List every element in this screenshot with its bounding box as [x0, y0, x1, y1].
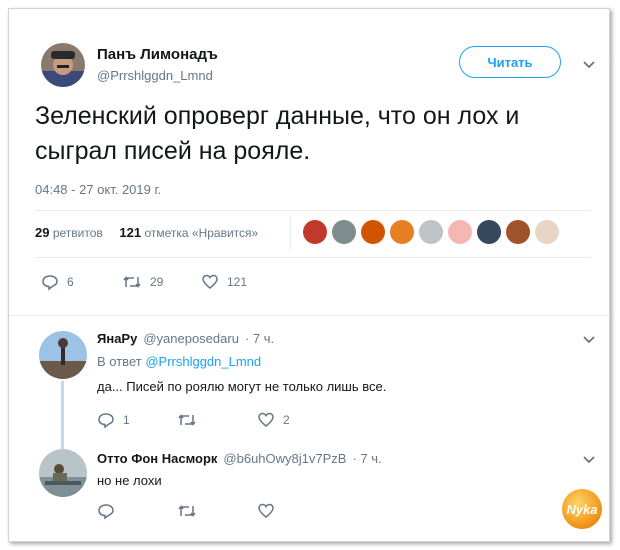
reply-action[interactable]: 1 [97, 411, 130, 429]
author-name[interactable]: Панъ Лимонадъ [97, 46, 218, 63]
divider [9, 315, 609, 316]
like-count: 121 [227, 275, 248, 289]
chevron-down-icon[interactable] [581, 56, 597, 77]
tweet-thread-screenshot: Панъ Лимонадъ @Prrshlggdn_Lmnd Читать Зе… [8, 8, 610, 542]
tweet-text: Зеленский опроверг данные, что он лох и … [35, 102, 520, 165]
reply-author-name[interactable]: Отто Фон Насморк [97, 451, 217, 466]
reply-author-handle[interactable]: @yaneposedaru [143, 331, 239, 346]
liker-avatar[interactable] [477, 220, 501, 244]
liker-avatar[interactable] [535, 220, 559, 244]
liker-avatar[interactable] [332, 220, 356, 244]
reply-text: но не лохи [97, 473, 162, 488]
follow-button[interactable]: Читать [459, 46, 561, 78]
retweet-action[interactable] [177, 502, 205, 520]
retweets-count[interactable]: 29 [35, 225, 49, 240]
retweet-icon [178, 414, 196, 426]
author-handle[interactable]: @Prrshlggdn_Lmnd [97, 68, 213, 83]
reply-icon [98, 504, 114, 520]
reply-action[interactable]: 6 [41, 273, 74, 291]
liker-avatar[interactable] [419, 220, 443, 244]
reply-text: да... Писей по роялю могут не только лиш… [97, 379, 387, 394]
like-action[interactable]: 121 [201, 273, 247, 291]
reply-icon [98, 413, 114, 429]
likes-count[interactable]: 121 [119, 225, 141, 240]
like-action[interactable] [257, 502, 283, 520]
divider [35, 257, 591, 258]
thread-connector [61, 381, 64, 449]
reply-time[interactable]: · 7 ч. [352, 451, 381, 466]
divider [35, 210, 591, 211]
in-reply-handle[interactable]: @Prrshlggdn_Lmnd [145, 354, 261, 369]
tweet-stats: 29 ретвитов 121 отметка «Нравится» [35, 225, 258, 240]
reply-avatar[interactable] [39, 449, 87, 497]
reply-action[interactable] [97, 502, 123, 520]
reply-time[interactable]: · 7 ч. [245, 331, 274, 346]
reply-icon [42, 275, 58, 291]
author-avatar[interactable] [41, 43, 85, 87]
retweet-icon [178, 505, 196, 517]
retweets-label[interactable]: ретвитов [53, 226, 103, 240]
tweet-timestamp[interactable]: 04:48 - 27 окт. 2019 г. [35, 182, 161, 197]
like-action[interactable]: 2 [257, 411, 290, 429]
in-reply-to: В ответ @Prrshlggdn_Lmnd [97, 354, 261, 369]
in-reply-prefix: В ответ [97, 354, 142, 369]
reply-header: ЯнаРу @yaneposedaru · 7 ч. [97, 331, 274, 346]
liker-avatar[interactable] [390, 220, 414, 244]
watermark-logo: Nyka [562, 489, 602, 529]
liker-avatar[interactable] [361, 220, 385, 244]
retweet-count: 29 [150, 275, 164, 289]
reply-header: Отто Фон Насморк @b6uhOwy8j1v7PzB · 7 ч. [97, 451, 382, 466]
heart-icon [258, 503, 274, 518]
reply-avatar[interactable] [39, 331, 87, 379]
heart-icon [202, 274, 218, 289]
liker-avatars [303, 220, 559, 244]
retweet-action[interactable] [177, 411, 205, 429]
likes-label[interactable]: отметка «Нравится» [144, 226, 258, 240]
reply-count: 1 [123, 413, 130, 427]
chevron-down-icon[interactable] [581, 331, 597, 352]
stats-separator [290, 215, 291, 251]
reply-author-handle[interactable]: @b6uhOwy8j1v7PzB [223, 451, 346, 466]
retweet-icon [123, 276, 141, 288]
heart-icon [258, 412, 274, 427]
like-count: 2 [283, 413, 290, 427]
liker-avatar[interactable] [303, 220, 327, 244]
retweet-action[interactable]: 29 [122, 273, 163, 291]
reply-author-name[interactable]: ЯнаРу [97, 331, 137, 346]
reply-count: 6 [67, 275, 74, 289]
liker-avatar[interactable] [448, 220, 472, 244]
chevron-down-icon[interactable] [581, 451, 597, 472]
liker-avatar[interactable] [506, 220, 530, 244]
